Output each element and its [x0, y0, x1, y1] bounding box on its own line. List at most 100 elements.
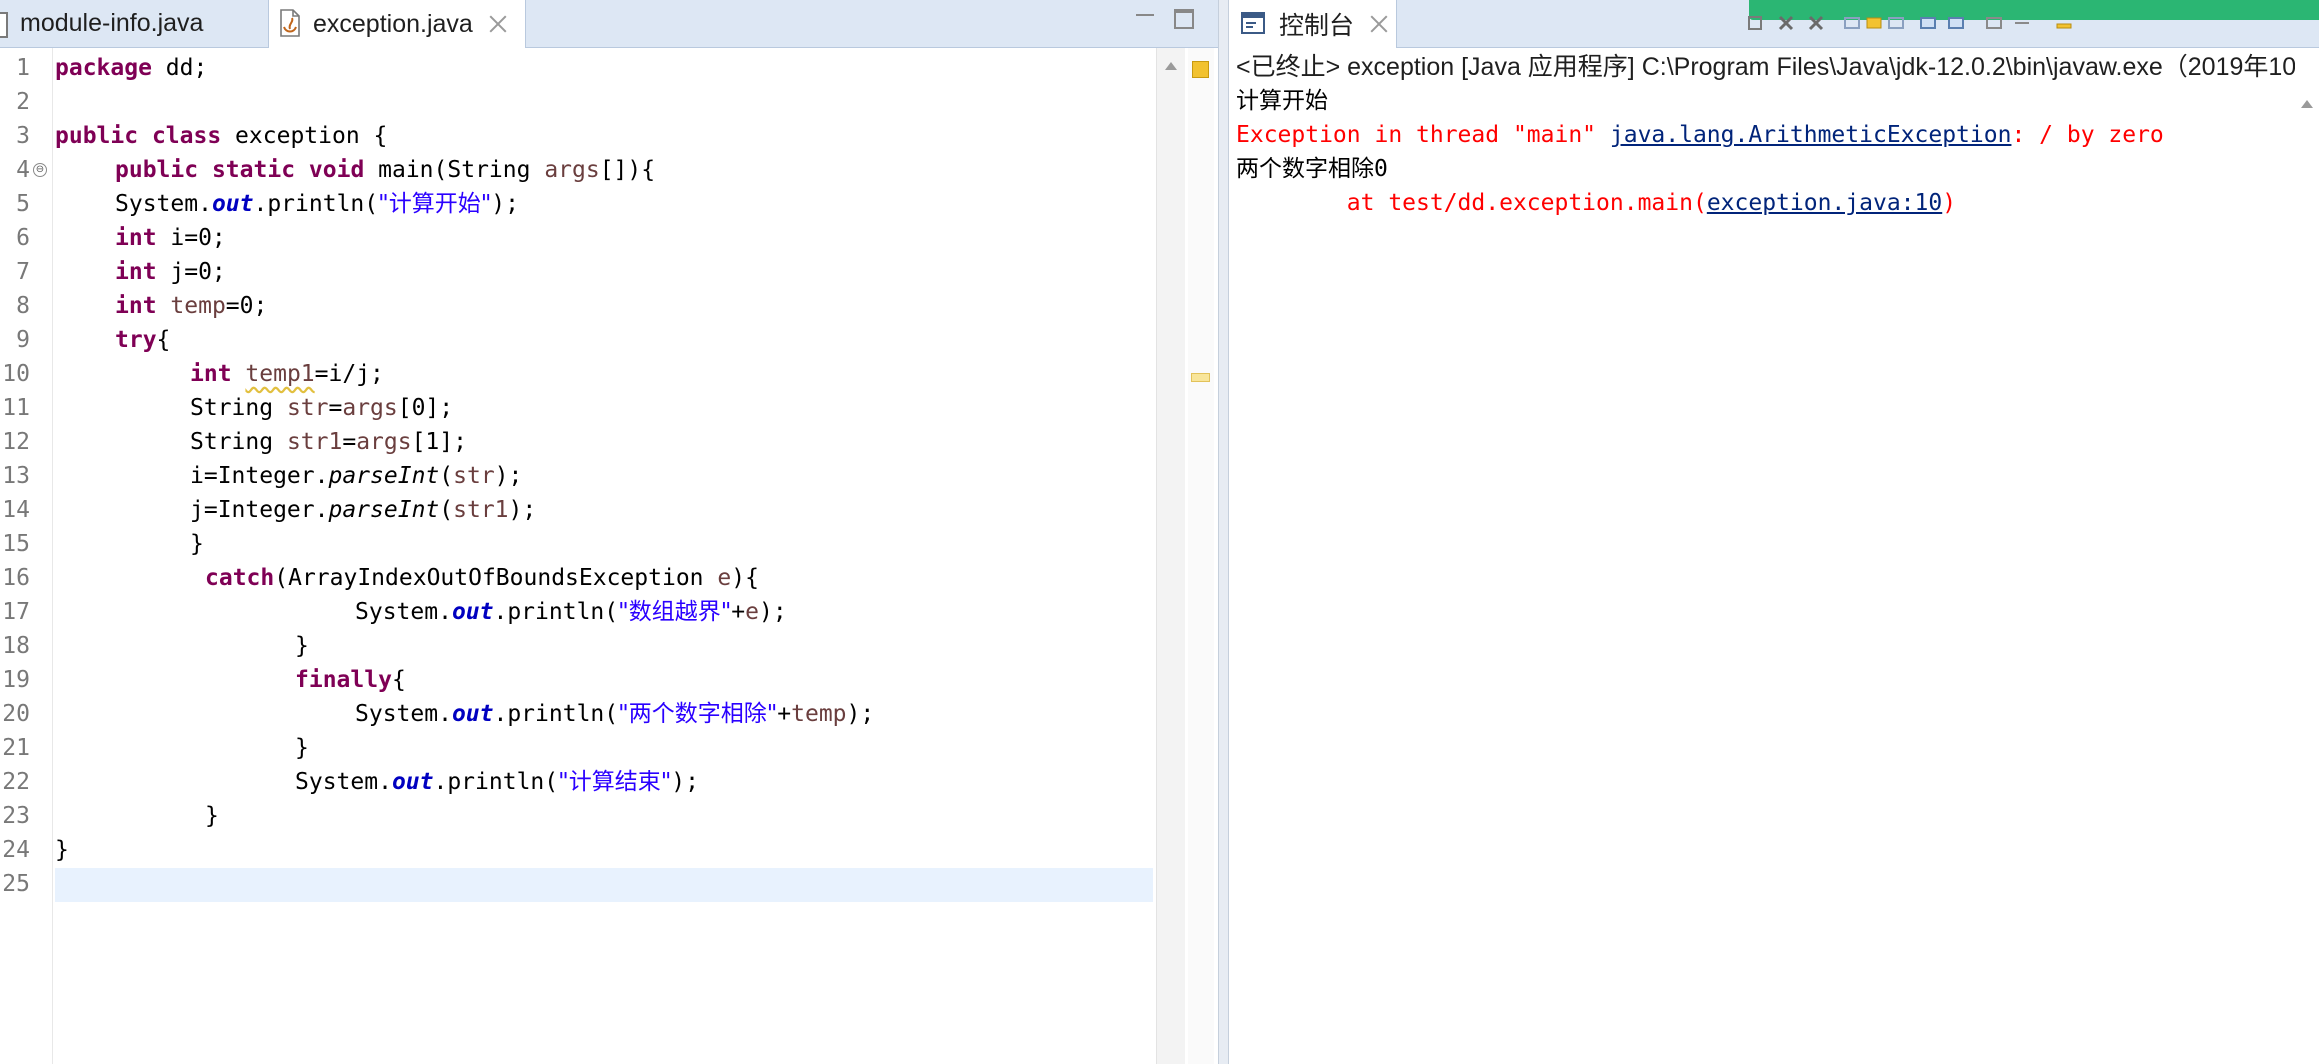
close-icon[interactable] [489, 15, 507, 33]
code-text: .println( [253, 191, 379, 217]
code-text: + [777, 701, 792, 727]
code-line[interactable]: System.out.println("数组越界"+e); [355, 595, 787, 629]
variable: temp [170, 293, 226, 319]
code-line[interactable]: String str1=args[1]; [190, 425, 467, 459]
line-number: 22 [2, 769, 30, 795]
code-text: ){ [731, 565, 759, 591]
tab-exception[interactable]: exception.java [268, 0, 526, 48]
code-line[interactable]: int j=0; [115, 255, 226, 289]
close-icon[interactable] [1370, 15, 1388, 33]
code-line[interactable]: } [55, 833, 69, 867]
variable: str1 [286, 429, 343, 455]
code-text: ( [439, 463, 454, 489]
console-vertical-scrollbar[interactable] [2295, 48, 2319, 1064]
code-line[interactable]: int i=0; [115, 221, 226, 255]
clear-console-icon[interactable] [1747, 14, 1765, 32]
java-file-icon [280, 9, 300, 37]
console-icon [1241, 12, 1265, 34]
tab-console[interactable]: 控制台 [1229, 0, 1397, 48]
code-line[interactable]: System.out.println("两个数字相除"+temp); [355, 697, 874, 731]
code-line[interactable]: String str=args[0]; [190, 391, 453, 425]
code-line[interactable]: int temp1=i/j; [190, 357, 384, 391]
variable: temp1 [245, 361, 315, 387]
tab-label: 控制台 [1279, 12, 1355, 40]
code-text: } [295, 633, 309, 659]
console-tab-bar: 控制台 [1229, 0, 2319, 48]
line-number: 8 [16, 293, 30, 319]
code-text: []){ [599, 157, 656, 183]
code-text: System. [295, 769, 392, 795]
console-output[interactable]: <已终止> exception [Java 应用程序] C:\Program F… [1229, 48, 2319, 1064]
minimize-icon[interactable] [1136, 14, 1154, 16]
code-line[interactable]: int temp=0; [115, 289, 267, 323]
keyword: int [115, 293, 157, 319]
line-number: 10 [2, 361, 30, 387]
static-field: out [451, 599, 494, 625]
code-line[interactable]: j=Integer.parseInt(str1); [190, 493, 536, 527]
keyword: int [190, 361, 232, 387]
code-line[interactable]: System.out.println("计算结束"); [295, 765, 699, 799]
code-line[interactable]: } [295, 629, 309, 663]
code-text: ); [508, 497, 537, 523]
code-line[interactable]: } [190, 527, 204, 561]
code-text: } [55, 837, 69, 863]
exception-class-link[interactable]: java.lang.ArithmeticException [1610, 122, 2012, 148]
warning-summary-icon[interactable] [1192, 61, 1209, 78]
code-text: } [205, 803, 219, 829]
code-line[interactable]: public class exception { [55, 119, 387, 153]
show-console-icon[interactable] [1887, 14, 1905, 32]
open-console-icon[interactable] [1985, 14, 2003, 32]
line-number: 21 [2, 735, 30, 761]
line-number: 9 [16, 327, 30, 353]
line-number: 14 [2, 497, 30, 523]
code-line[interactable]: } [295, 731, 309, 765]
code-line[interactable]: i=Integer.parseInt(str); [190, 459, 522, 493]
java-file-icon [0, 12, 8, 38]
scroll-up-icon[interactable] [2301, 100, 2313, 108]
collapse-icon[interactable]: ⊖ [33, 163, 47, 177]
code-line[interactable]: System.out.println("计算开始"); [115, 187, 519, 221]
code-text: i=Integer. [190, 463, 329, 489]
code-text: =i/j; [314, 361, 384, 387]
code-text: ( [439, 497, 454, 523]
terminate-icon[interactable] [1777, 14, 1795, 32]
static-field: out [391, 769, 434, 795]
code-line[interactable]: try{ [115, 323, 170, 357]
line-number: 25 [2, 871, 30, 897]
overview-ruler[interactable] [1188, 48, 1214, 1064]
editor-tab-bar: module-info.java exception.java [0, 0, 1218, 48]
tab-module-info[interactable]: module-info.java [0, 0, 266, 47]
code-text: =0; [225, 293, 268, 319]
error-text: ) [1942, 190, 1957, 216]
notification-bar [1749, 0, 2319, 20]
line-number: 24 [2, 837, 30, 863]
scroll-up-icon[interactable] [1165, 62, 1177, 70]
code-line[interactable]: public static void main(String args[]){ [115, 153, 655, 187]
keyword: public [55, 123, 139, 149]
code-editor[interactable]: package dd; public class exception { pub… [55, 48, 1153, 1064]
minimize-icon[interactable] [2055, 14, 2073, 32]
code-text: String [190, 395, 287, 421]
line-number: 3 [16, 123, 30, 149]
word-wrap-icon[interactable] [1865, 14, 1883, 32]
line-number: 18 [2, 633, 30, 659]
scroll-lock-icon[interactable] [1843, 14, 1861, 32]
line-number: 4 [16, 157, 30, 183]
static-field: out [211, 191, 254, 217]
pin-console-icon[interactable] [1919, 14, 1937, 32]
source-location-link[interactable]: exception.java:10 [1707, 190, 1942, 216]
warning-marker[interactable] [1191, 373, 1210, 382]
editor-vertical-scrollbar[interactable] [1156, 48, 1185, 1064]
keyword: class [151, 123, 222, 149]
code-line[interactable]: finally{ [295, 663, 406, 697]
view-menu-icon[interactable] [2013, 14, 2031, 32]
tab-label: exception.java [313, 9, 473, 38]
pane-splitter[interactable] [1218, 0, 1229, 1064]
display-selected-console-icon[interactable] [1947, 14, 1965, 32]
maximize-icon[interactable] [1174, 9, 1194, 29]
code-line[interactable]: } [205, 799, 219, 833]
code-line[interactable]: package dd; [55, 51, 207, 85]
tab-label: module-info.java [20, 9, 204, 37]
remove-launches-icon[interactable] [1807, 14, 1825, 32]
code-line[interactable]: catch(ArrayIndexOutOfBoundsException e){ [205, 561, 759, 595]
